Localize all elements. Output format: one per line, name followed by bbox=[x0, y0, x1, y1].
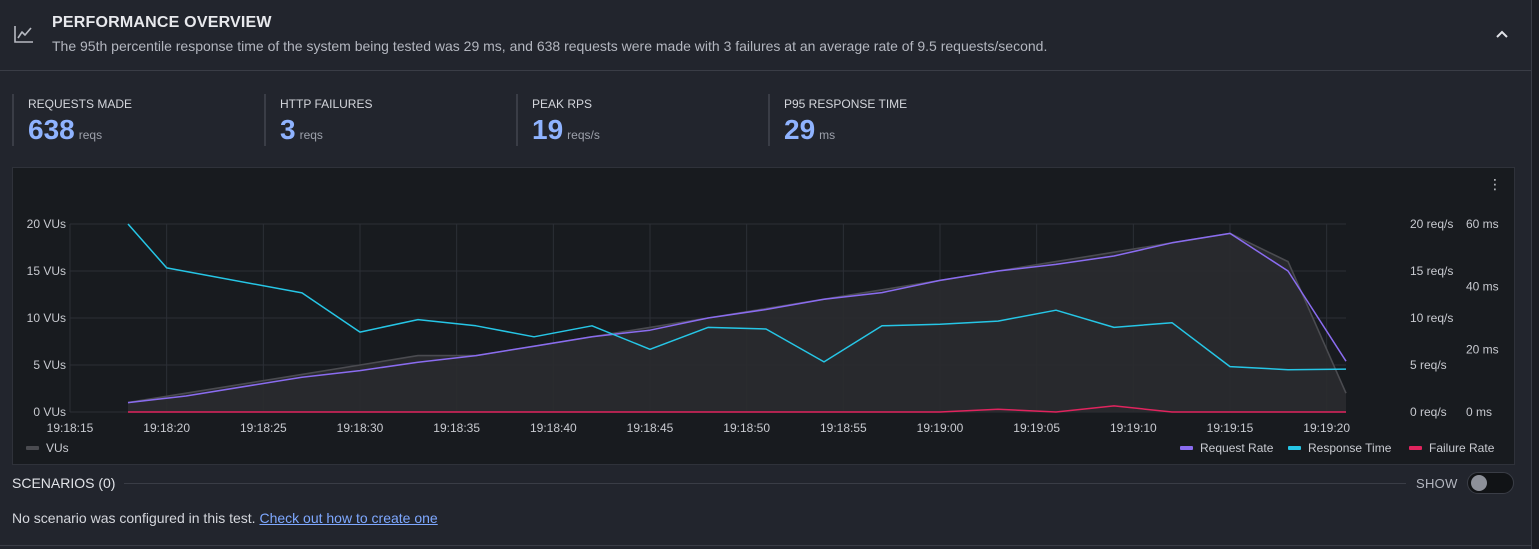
metric-unit: ms bbox=[819, 128, 836, 142]
page-title: PERFORMANCE OVERVIEW bbox=[52, 14, 272, 31]
metric-label: PEAK RPS bbox=[532, 97, 593, 111]
create-scenario-link[interactable]: Check out how to create one bbox=[259, 510, 437, 526]
scenarios-title: SCENARIOS (0) bbox=[12, 475, 116, 491]
metric-label: HTTP FAILURES bbox=[280, 97, 373, 111]
divider bbox=[124, 483, 1406, 484]
more-vertical-icon[interactable]: ⋮ bbox=[1488, 176, 1502, 192]
panel-header[interactable]: PERFORMANCE OVERVIEW The 95th percentile… bbox=[0, 0, 1531, 71]
metric-unit: reqs/s bbox=[567, 128, 600, 142]
metric-value: 29 ms bbox=[784, 114, 836, 145]
metric-peak-rps: PEAK RPS 19 reqs/s bbox=[516, 94, 756, 146]
performance-overview-panel: PERFORMANCE OVERVIEW The 95th percentile… bbox=[0, 0, 1531, 549]
chevron-up-icon[interactable] bbox=[1490, 24, 1514, 44]
metric-value: 19 reqs/s bbox=[532, 114, 600, 145]
line-chart-icon bbox=[14, 26, 33, 43]
metric-label: REQUESTS MADE bbox=[28, 97, 133, 111]
metric-divider bbox=[516, 94, 518, 146]
metric-p95-response-time: P95 RESPONSE TIME 29 ms bbox=[768, 94, 1008, 146]
scenarios-row: SCENARIOS (0) SHOW bbox=[12, 472, 1515, 494]
divider bbox=[0, 545, 1531, 546]
chart-container bbox=[12, 167, 1515, 465]
show-toggle-label: SHOW bbox=[1416, 476, 1458, 491]
metric-value: 638 reqs bbox=[28, 114, 103, 145]
metric-divider bbox=[264, 94, 266, 146]
scenario-note: No scenario was configured in this test.… bbox=[12, 510, 438, 526]
metric-value: 3 reqs bbox=[280, 114, 323, 145]
metric-unit: reqs bbox=[78, 128, 103, 142]
scenario-note-text: No scenario was configured in this test. bbox=[12, 510, 256, 526]
summary-text: The 95th percentile response time of the… bbox=[52, 38, 1048, 54]
metric-divider bbox=[768, 94, 770, 146]
metric-divider bbox=[12, 94, 14, 146]
toggle-knob bbox=[1471, 475, 1487, 491]
scrollbar-track[interactable] bbox=[1531, 0, 1539, 549]
metric-http-failures: HTTP FAILURES 3 reqs bbox=[264, 94, 504, 146]
metric-unit: reqs bbox=[299, 128, 323, 142]
show-scenarios-toggle[interactable] bbox=[1467, 472, 1514, 494]
metric-requests-made: REQUESTS MADE 638 reqs bbox=[12, 94, 252, 146]
metric-label: P95 RESPONSE TIME bbox=[784, 97, 908, 111]
